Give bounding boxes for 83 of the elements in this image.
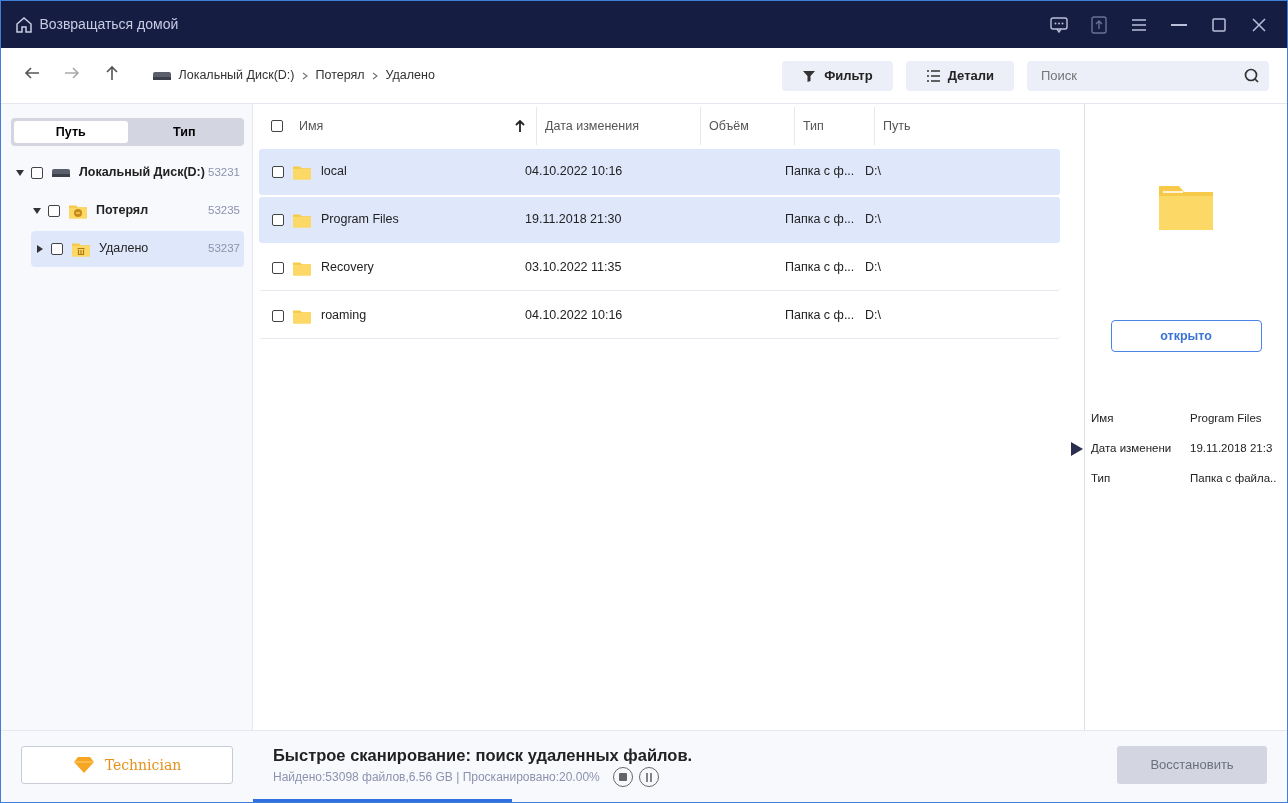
folder-icon [68,202,88,219]
pause-icon [645,772,654,782]
chevron-icon [371,70,380,81]
file-name: Program Files [321,211,399,229]
path-cell-text: D:\ [865,307,881,325]
file-name: local [321,163,347,181]
folder-icon [292,211,312,228]
upload-icon [1089,14,1109,35]
tree-label: Потерял [96,202,149,220]
property-label: Тип [1091,471,1112,487]
type-cell-text: Папка с ф... [785,211,856,229]
column-header[interactable]: Имя [287,107,537,145]
diamond-icon [72,756,95,774]
breadcrumb-link[interactable]: Удалено [385,66,435,85]
folder-icon [71,240,91,257]
folder-icon [292,307,312,324]
type-cell-text: Папка с ф... [785,307,856,325]
filter-icon [802,68,817,83]
breadcrumb-link[interactable]: Потерял [315,66,365,85]
date-cell-text: 04.10.2022 10:16 [525,163,624,181]
path-cell-text: D:\ [865,163,881,181]
type-cell-text: Папка с ф... [785,259,856,277]
sidebar-tab[interactable]: Путь [14,121,128,143]
file-row[interactable]: Recovery 03.10.2022 11:35 Папка с ф... D:\ [259,245,1060,291]
checkbox[interactable] [272,213,284,226]
filter-button[interactable]: Фильтр [782,60,893,91]
tree-item[interactable]: Удалено 53237 [31,230,244,267]
tree-item[interactable]: Локальный Диск(D:) 53231 [11,154,244,191]
chevron-icon [301,70,309,81]
checkbox[interactable] [51,242,63,255]
item-count: 53237 [208,240,240,256]
date-cell-text: 04.10.2022 10:16 [525,307,624,325]
minimize-icon [1171,23,1187,26]
property-label: Дата изменени [1091,441,1173,457]
checkbox[interactable] [31,166,43,179]
date-cell-text: 19.11.2018 21:30 [525,211,623,229]
checkbox[interactable] [272,309,284,322]
search-icon [1244,67,1260,84]
feedback-icon [1049,14,1069,35]
sidebar-tab[interactable]: Тип [127,121,241,143]
path-cell-text: D:\ [865,259,881,277]
date-cell-text: 03.10.2022 11:35 [525,259,623,277]
file-row[interactable]: roaming 04.10.2022 10:16 Папка с ф... D:\ [259,293,1060,339]
breadcrumb-link[interactable]: Локальный Диск(D:) [178,66,295,85]
select-all-checkbox[interactable] [271,120,283,132]
path-cell-text: D:\ [865,211,881,229]
home-icon [15,15,33,34]
scan-stats: Найдено:53098 файлов,6.56 GB | Просканировано:20.00% [273,769,600,787]
tree-label: Локальный Диск(D:) [79,164,205,182]
column-header[interactable]: Тип [795,107,875,145]
file-name: Recovery [321,259,374,277]
checkbox[interactable] [48,204,60,217]
property-value: Program Files [1190,411,1262,427]
checkbox[interactable] [272,165,284,178]
column-header[interactable]: Объём [701,107,795,145]
stop-icon [618,773,627,782]
file-name: roaming [321,307,367,325]
property-value: 19.11.2018 21:3 [1190,441,1273,457]
checkbox[interactable] [272,261,284,274]
file-row[interactable]: local 04.10.2022 10:16 Папка с ф... D:\ [259,149,1060,195]
home-button[interactable]: Возвращаться домой [15,14,179,35]
tree-label: Удалено [99,240,149,258]
search-field[interactable]: Поиск [1027,60,1269,91]
collapse-arrow-icon[interactable] [1071,442,1083,456]
property-label: Имя [1091,411,1115,427]
type-cell-text: Папка с ф... [785,163,856,181]
folder-icon [292,163,312,180]
expand-arrow-icon[interactable] [32,205,42,216]
column-header[interactable]: Путь [875,107,1084,145]
property-value: Папка с файла.. [1190,471,1277,487]
file-row[interactable]: Program Files 19.11.2018 21:30 Папка с ф... D:\ [259,197,1060,243]
expand-arrow-icon[interactable] [15,167,25,178]
item-count: 53235 [208,202,240,218]
folder-icon [292,259,312,276]
sort-arrow-icon [514,119,526,133]
tree-item[interactable]: Потерял 53235 [11,192,244,229]
expand-arrow-icon[interactable] [35,243,45,254]
scan-title: Быстрое сканирование: поиск удаленных файлов. [273,744,693,766]
list-icon [925,68,940,83]
details-button[interactable]: Детали [905,60,1014,91]
item-count: 53231 [208,164,240,180]
column-header[interactable]: Дата изменения [537,107,701,145]
open-button[interactable]: открыто [1110,320,1262,352]
